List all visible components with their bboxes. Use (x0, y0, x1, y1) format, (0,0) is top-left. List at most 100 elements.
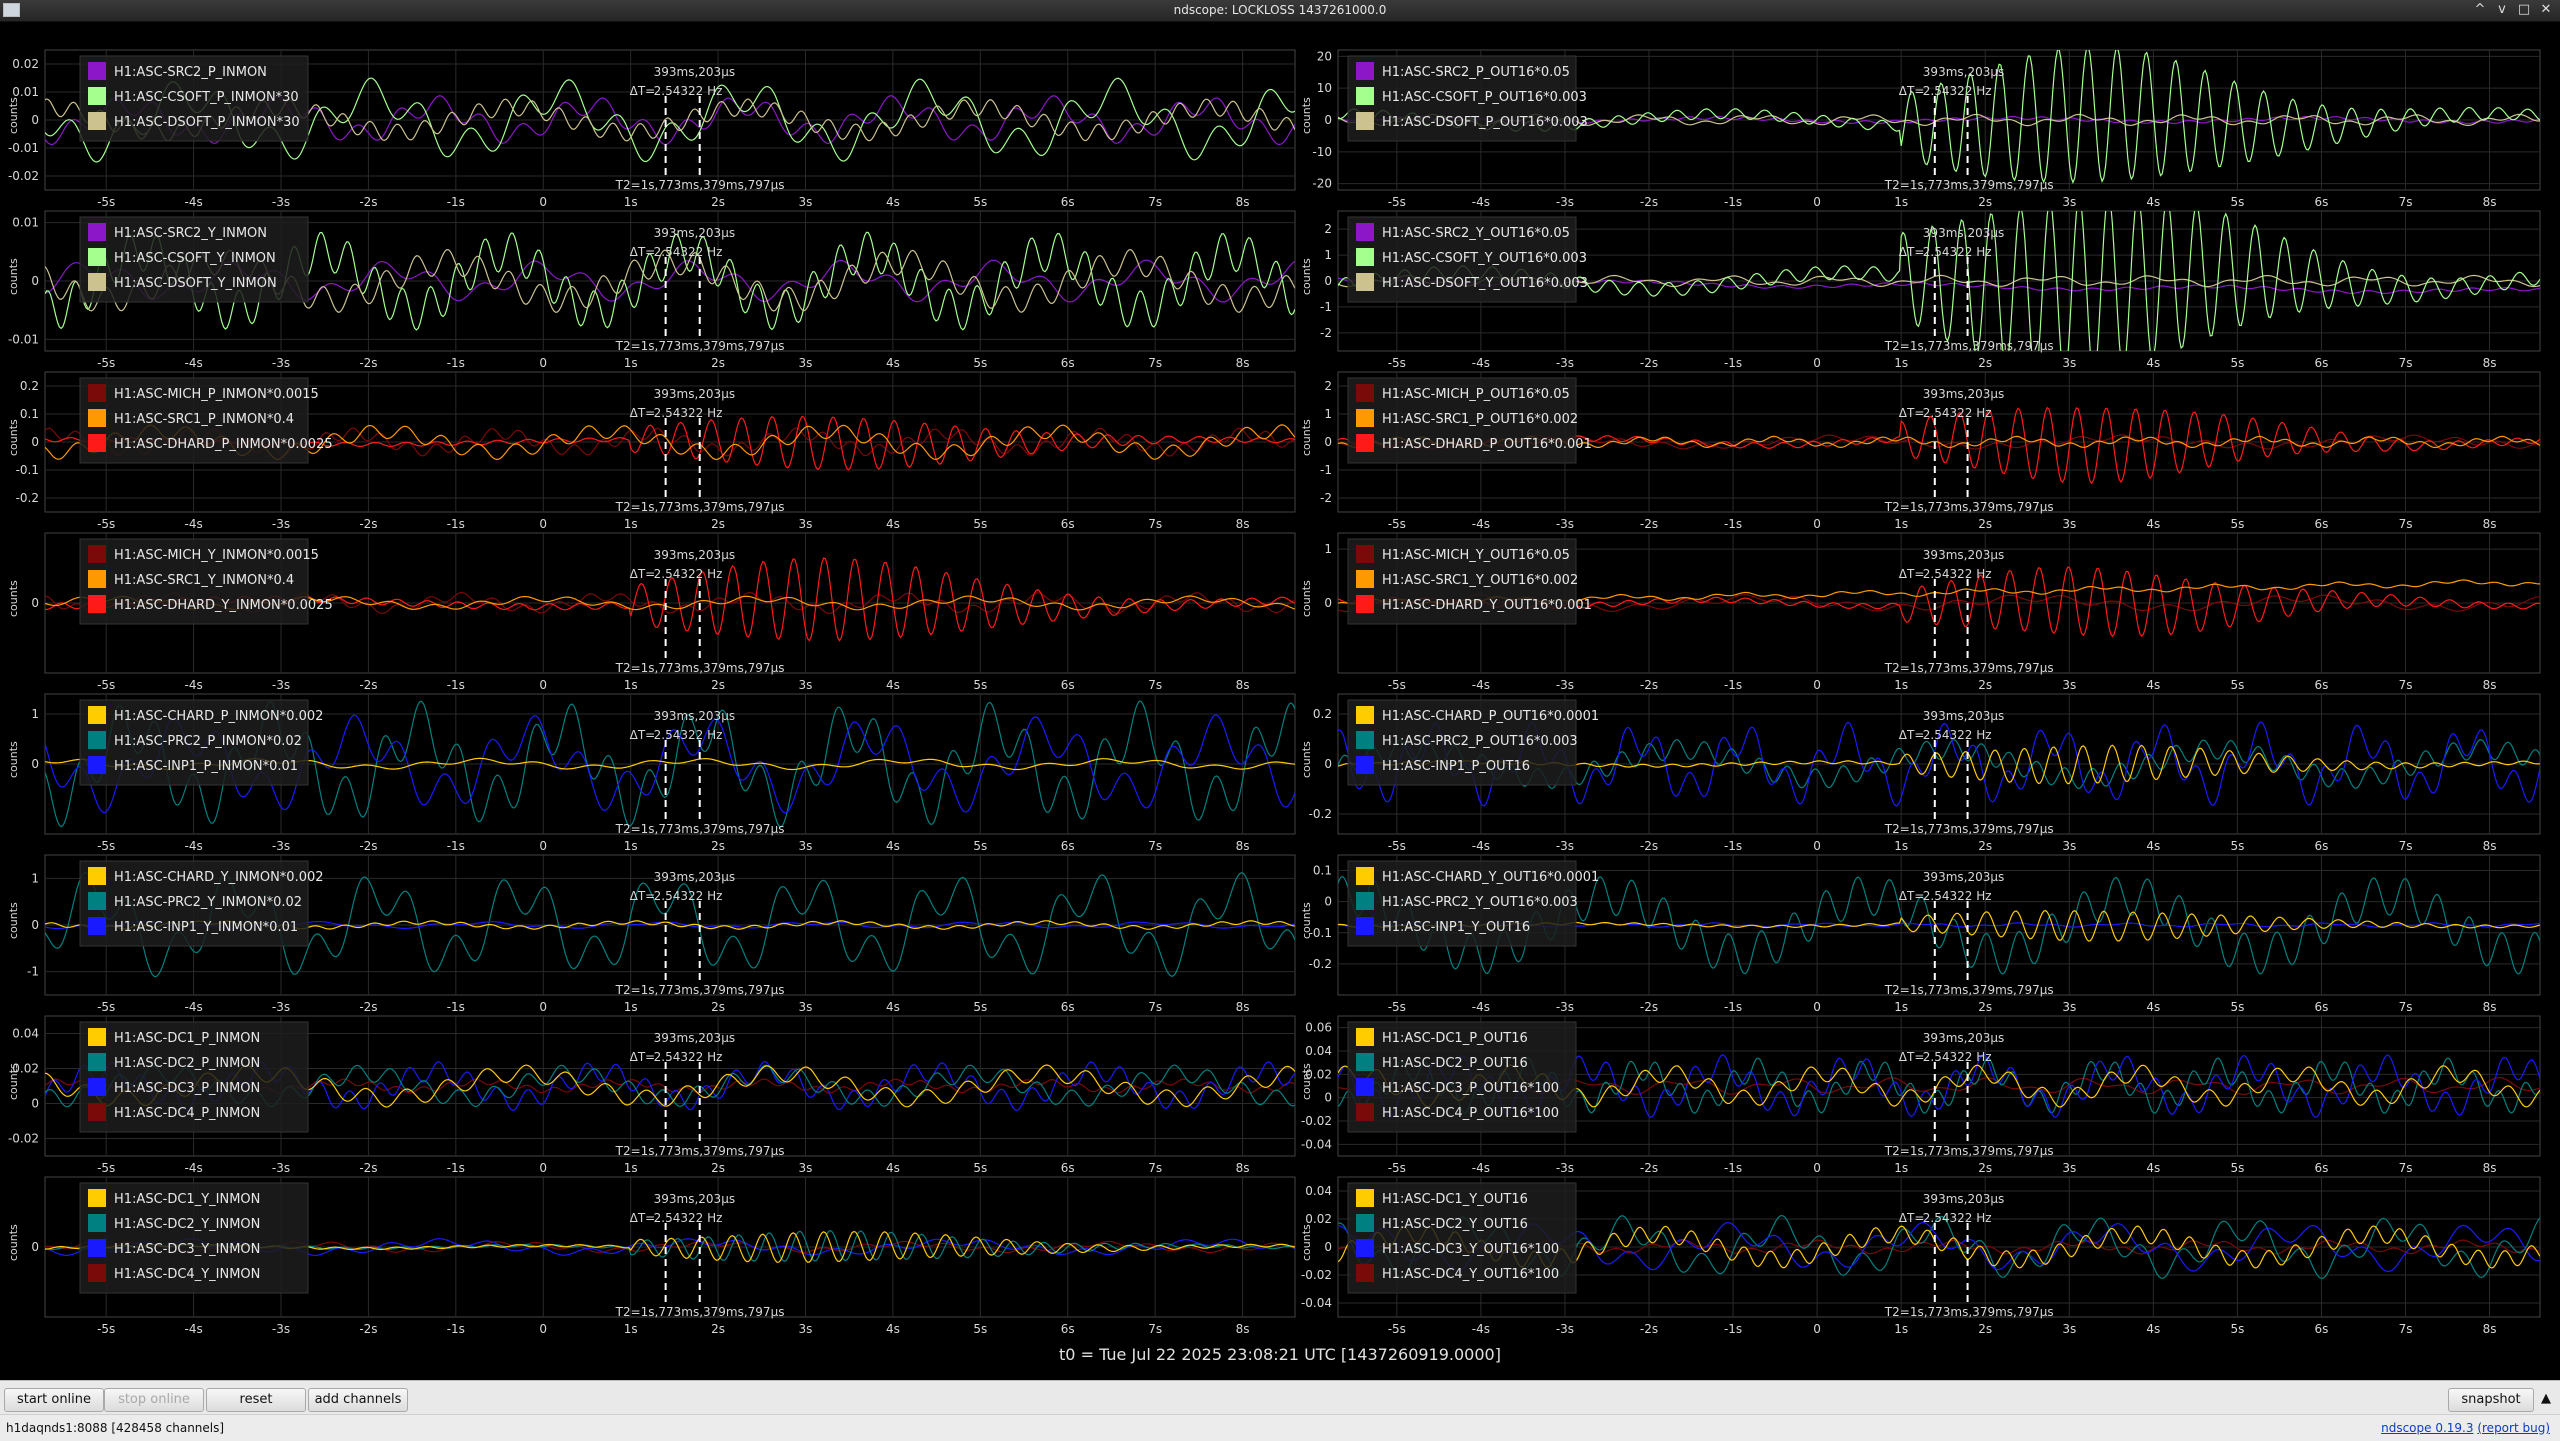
x-tick-label: -4s (184, 195, 202, 209)
x-tick-label: -1s (1724, 517, 1742, 531)
x-tick-label: -4s (1472, 195, 1490, 209)
x-tick-label: -2s (359, 1000, 377, 1014)
legend-entry: H1:ASC-DSOFT_Y_INMON (114, 276, 277, 291)
t2-readout: T2=1s,773ms,379ms,797μs (615, 1144, 785, 1158)
legend-entry: H1:ASC-SRC1_Y_OUT16*0.002 (1382, 573, 1578, 588)
x-tick-label: 7s (2399, 195, 2413, 209)
stop-online-button[interactable]: stop online (104, 1388, 204, 1412)
y-axis-label: counts (1300, 258, 1313, 295)
x-tick-label: 0 (1813, 839, 1821, 853)
scope-plot-12[interactable]: counts-5s -4s -3s -2s -1s 0 1s 2s 3s 4s 5s 6s 7s 8s0.… (1300, 854, 2541, 1014)
scope-plot-5[interactable]: counts -5s -4s -3s -2s -1s 0 1s 2s 3s 4s 5s 6s 7s 8s 0.… (7, 371, 1296, 531)
report-bug-link[interactable]: (report bug) (2477, 1421, 2550, 1435)
x-tick-label: 0 (1813, 517, 1821, 531)
x-tick-label: -2s (359, 517, 377, 531)
expand-icon[interactable]: ▲ (2536, 1388, 2556, 1410)
delta-t-label: ΔT= (630, 1050, 656, 1064)
legend-swatch (1356, 595, 1374, 613)
y-tick-label: 0 (31, 274, 39, 288)
scope-plot-14[interactable]: counts-5s -4s -3s -2s -1s 0 1s 2s 3s 4s 5s 6s 7s 8s0.… (1300, 1015, 2541, 1175)
legend: H1:ASC-CHARD_Y_INMON*0.002 H1:ASC-PRC2_Y_… (79, 860, 324, 947)
x-tick-label: 8s (2483, 1322, 2497, 1336)
x-tick-label: -5s (97, 1161, 115, 1175)
legend-swatch (1356, 1078, 1374, 1096)
minimize-icon[interactable]: v (2492, 1, 2512, 19)
x-tick-label: -2s (1640, 678, 1658, 692)
y-axis-label: counts (7, 902, 20, 939)
x-tick-label: -3s (1556, 1322, 1574, 1336)
y-tick-label: 0.1 (1313, 864, 1332, 878)
reset-button[interactable]: reset (206, 1388, 306, 1412)
scope-plot-4[interactable]: counts -5s -4s -3s -2s -1s 0 1s 2s 3s 4s 5s 6s 7s 8s 2 1… (1300, 195, 2541, 378)
scope-plot-10[interactable]: counts -5s -4s -3s -2s -1s 0 1s 2s 3s 4s 5s 6s 7s 8s 0.… (1300, 693, 2541, 853)
x-tick-label: 7s (2399, 1000, 2413, 1014)
plot-canvas[interactable]: counts -5s -4s -3s -2s -1s 0 1s 2s 3s 4s 5s 6s 7s 8s 0.… (0, 22, 2560, 1380)
maximize-icon[interactable]: □ (2514, 1, 2534, 19)
scope-plot-6[interactable]: counts -5s -4s -3s -2s -1s 0 1s 2s 3s 4s 5s 6s 7s 8s 2 1… (1300, 371, 2541, 531)
plot-grid[interactable]: counts -5s -4s -3s -2s -1s 0 1s 2s 3s 4s 5s 6s 7s 8s 0.… (0, 22, 2560, 1380)
legend-entry: H1:ASC-MICH_Y_OUT16*0.05 (1382, 548, 1570, 563)
add-channels-button[interactable]: add channels (308, 1388, 408, 1412)
scope-plot-2[interactable]: counts -5s -4s -3s -2s -1s 0 1s 2s 3s 4s 5s 6s 7s 8s 20… (1300, 47, 2541, 209)
y-tick-label: -0.2 (1309, 807, 1332, 821)
x-tick-label: 0 (539, 1322, 547, 1336)
legend-swatch (88, 223, 106, 241)
delta-t-value: 393ms,203μs (1923, 387, 2004, 401)
y-tick-label: -0.04 (1301, 1296, 1332, 1310)
y-tick-label: 0 (1324, 757, 1332, 771)
legend-entry: H1:ASC-MICH_P_INMON*0.0015 (114, 387, 319, 402)
scope-plot-11[interactable]: counts -5s -4s -3s -2s -1s 0 1s 2s 3s 4s 5s 6s 7s 8s 1 0… (7, 854, 1296, 1014)
scope-plot-1[interactable]: counts -5s -4s -3s -2s -1s 0 1s 2s 3s 4s 5s 6s 7s 8s 0.… (7, 49, 1296, 209)
legend-swatch (88, 384, 106, 402)
x-tick-label: -4s (1472, 678, 1490, 692)
y-tick-label: 0.04 (1305, 1184, 1332, 1198)
x-tick-label: 2s (1978, 678, 1992, 692)
x-tick-label: 7s (2399, 1322, 2413, 1336)
x-tick-label: -2s (359, 1322, 377, 1336)
y-axis-label: counts (1300, 97, 1313, 134)
scope-plot-9[interactable]: counts -5s -4s -3s -2s -1s 0 1s 2s 3s 4s 5s 6s 7s 8s 1 0… (7, 693, 1296, 853)
y-tick-label: 2 (1324, 379, 1332, 393)
snapshot-button[interactable]: snapshot (2448, 1388, 2534, 1412)
x-tick-label: 6s (2315, 517, 2329, 531)
legend: H1:ASC-CHARD_P_OUT16*0.0001 H1:ASC-PRC2_P… (1347, 699, 1599, 786)
window-title: ndscope: LOCKLOSS 1437261000.0 (1173, 3, 1387, 17)
x-tick-label: -5s (1388, 356, 1406, 370)
version-link[interactable]: ndscope 0.19.3 (2381, 1421, 2473, 1435)
x-tick-label: -3s (272, 1322, 290, 1336)
legend-swatch (88, 1103, 106, 1121)
legend: H1:ASC-MICH_P_OUT16*0.05 H1:ASC-SRC1_P_OU… (1347, 377, 1592, 464)
x-tick-label: -5s (1388, 195, 1406, 209)
legend-swatch (1356, 706, 1374, 724)
legend-entry: H1:ASC-CSOFT_P_INMON*30 (114, 90, 299, 105)
x-tick-label: 3s (2062, 678, 2076, 692)
close-icon[interactable]: ✕ (2536, 1, 2556, 19)
scope-plot-7[interactable]: counts -5s -4s -3s -2s -1s 0 1s 2s 3s 4s 5s 6s 7s 8s 0 Δ… (7, 532, 1296, 692)
scope-plot-8[interactable]: counts -5s -4s -3s -2s -1s 0 1s 2s 3s 4s 5s 6s 7s 8s 1 0… (1300, 532, 2541, 692)
scope-plot-3[interactable]: counts -5s -4s -3s -2s -1s 0 1s 2s 3s 4s 5s 6s 7s 8s 0.… (7, 210, 1296, 370)
scope-plot-13[interactable]: counts-5s -4s -3s -2s -1s 0 1s 2s 3s 4s 5s 6s 7s 8s0.… (7, 1015, 1296, 1175)
delta-t-label: ΔT= (630, 567, 656, 581)
legend-swatch (88, 1264, 106, 1282)
x-tick-label: 6s (1061, 517, 1075, 531)
x-tick-label: -2s (1640, 356, 1658, 370)
y-tick-label: 0 (1324, 113, 1332, 127)
x-tick-label: 3s (799, 1161, 813, 1175)
x-tick-label: -5s (97, 1322, 115, 1336)
legend-swatch (88, 409, 106, 427)
x-tick-label: 3s (2062, 1000, 2076, 1014)
x-tick-label: 7s (1148, 839, 1162, 853)
start-online-button[interactable]: start online (4, 1388, 104, 1412)
legend-swatch (88, 545, 106, 563)
x-tick-label: 6s (1061, 356, 1075, 370)
y-tick-label: -0.01 (8, 141, 39, 155)
scope-plot-16[interactable]: counts -5s -4s -3s -2s -1s 0 1s 2s 3s 4s 5s 6s 7s 8s 0.… (1300, 1176, 2541, 1336)
x-tick-label: 8s (1236, 1000, 1250, 1014)
legend-swatch (1356, 384, 1374, 402)
scope-plot-15[interactable]: counts -5s -4s -3s -2s -1s 0 1s 2s 3s 4s 5s 6s 7s 8s 0 Δ… (7, 1176, 1296, 1336)
legend: H1:ASC-DC1_P_OUT16 H1:ASC-DC2_P_OUT16 H1:A… (1347, 1021, 1577, 1133)
y-tick-label: -0.1 (16, 463, 39, 477)
y-axis-label: counts (1300, 580, 1313, 617)
cursor-frequency: 2.54322 Hz (654, 1050, 723, 1064)
shade-up-icon[interactable]: ^ (2470, 1, 2490, 19)
